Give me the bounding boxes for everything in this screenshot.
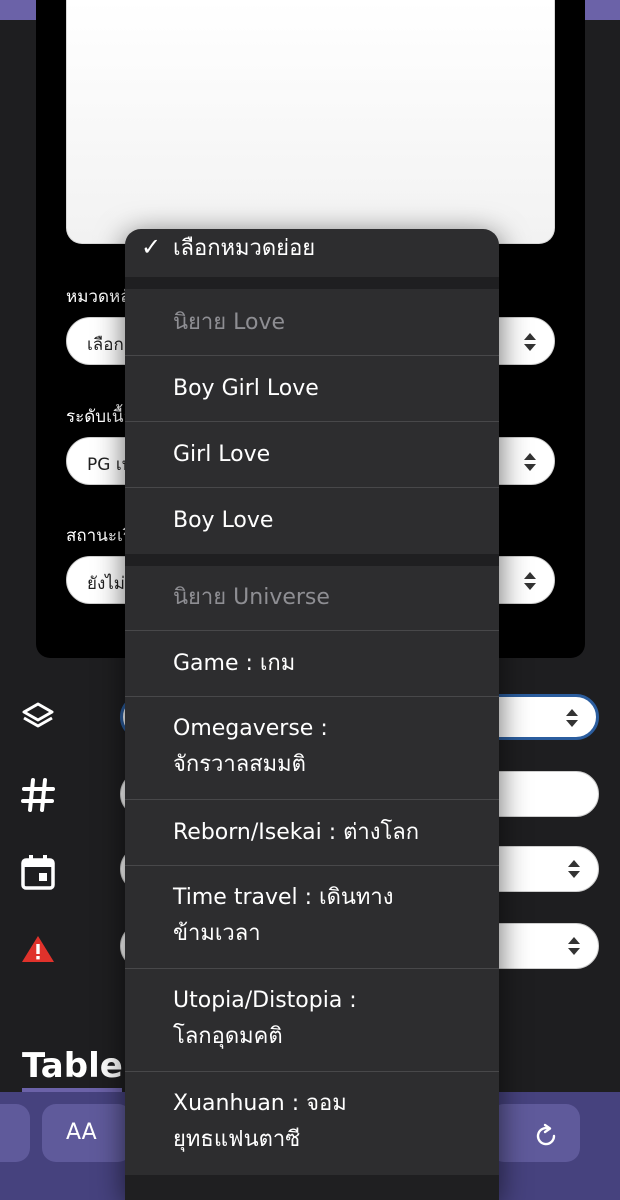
text-size-icon: AA — [66, 1120, 97, 1145]
calendar-icon — [21, 855, 55, 890]
menu-item-girl-love[interactable]: Girl Love — [125, 422, 499, 488]
updown-icon — [566, 708, 578, 728]
menu-group-universe: นิยาย Universe — [125, 566, 499, 631]
menu-item-label: Utopia/Distopia : โลกอุดมคติ — [173, 988, 357, 1049]
text-area[interactable] — [66, 0, 555, 244]
menu-item-label: Time travel : เดินทาง ข้ามเวลา — [173, 885, 394, 946]
table-heading: Table — [22, 1046, 123, 1086]
menu-item-boy-girl-love[interactable]: Boy Girl Love — [125, 356, 499, 422]
menu-group-label: นิยาย Universe — [173, 585, 330, 610]
menu-item-reborn-isekai[interactable]: Reborn/Isekai : ต่างโลก — [125, 800, 499, 866]
subcategory-dropdown[interactable]: ✓ เลือกหมวดย่อย นิยาย Love Boy Girl Love… — [125, 229, 499, 1200]
menu-item-label: Xuanhuan : จอม ยุทธแฟนตาซี — [173, 1091, 347, 1152]
status-value: ยังไม่ — [87, 574, 126, 594]
menu-item-omegaverse[interactable]: Omegaverse : จักรวาลสมมติ — [125, 697, 499, 800]
reload-icon — [536, 1123, 556, 1146]
updown-icon — [524, 452, 536, 472]
menu-item-utopia-distopia[interactable]: Utopia/Distopia : โลกอุดมคติ — [125, 969, 499, 1072]
menu-group-love: นิยาย Love — [125, 289, 499, 356]
menu-item-label: Boy Girl Love — [173, 376, 319, 401]
updown-icon — [524, 332, 536, 352]
tab-button[interactable] — [0, 1104, 30, 1162]
checkmark-icon: ✓ — [141, 233, 162, 261]
menu-item-label: Boy Love — [173, 508, 274, 533]
page: หมวดหลัก เลือก ระดับเนื้อหา PG เห สถานะเ… — [0, 0, 620, 1200]
menu-separator — [125, 277, 499, 289]
menu-item-label: Reborn/Isekai : ต่างโลก — [173, 820, 420, 845]
category-value: เลือก — [87, 335, 124, 355]
updown-icon — [524, 571, 536, 591]
menu-separator — [125, 1175, 499, 1200]
updown-icon — [568, 859, 580, 879]
menu-item-label: Game : เกม — [173, 651, 296, 676]
layers-icon — [22, 702, 54, 728]
menu-item-label: Omegaverse : จักรวาลสมมติ — [173, 716, 328, 777]
menu-separator — [125, 554, 499, 566]
menu-item-boy-love[interactable]: Boy Love — [125, 488, 499, 554]
menu-item-selected[interactable]: ✓ เลือกหมวดย่อย — [125, 229, 499, 277]
menu-item-label: Girl Love — [173, 442, 271, 467]
reader-button[interactable]: AA — [42, 1104, 132, 1162]
menu-item-label: เลือกหมวดย่อย — [173, 236, 316, 261]
updown-icon — [568, 936, 580, 956]
menu-item-game[interactable]: Game : เกม — [125, 631, 499, 697]
menu-item-time-travel[interactable]: Time travel : เดินทาง ข้ามเวลา — [125, 866, 499, 969]
menu-item-xuanhuan[interactable]: Xuanhuan : จอม ยุทธแฟนตาซี — [125, 1072, 499, 1175]
menu-group-label: นิยาย Love — [173, 310, 286, 335]
warning-icon — [22, 936, 54, 962]
hashtag-icon — [21, 778, 55, 812]
